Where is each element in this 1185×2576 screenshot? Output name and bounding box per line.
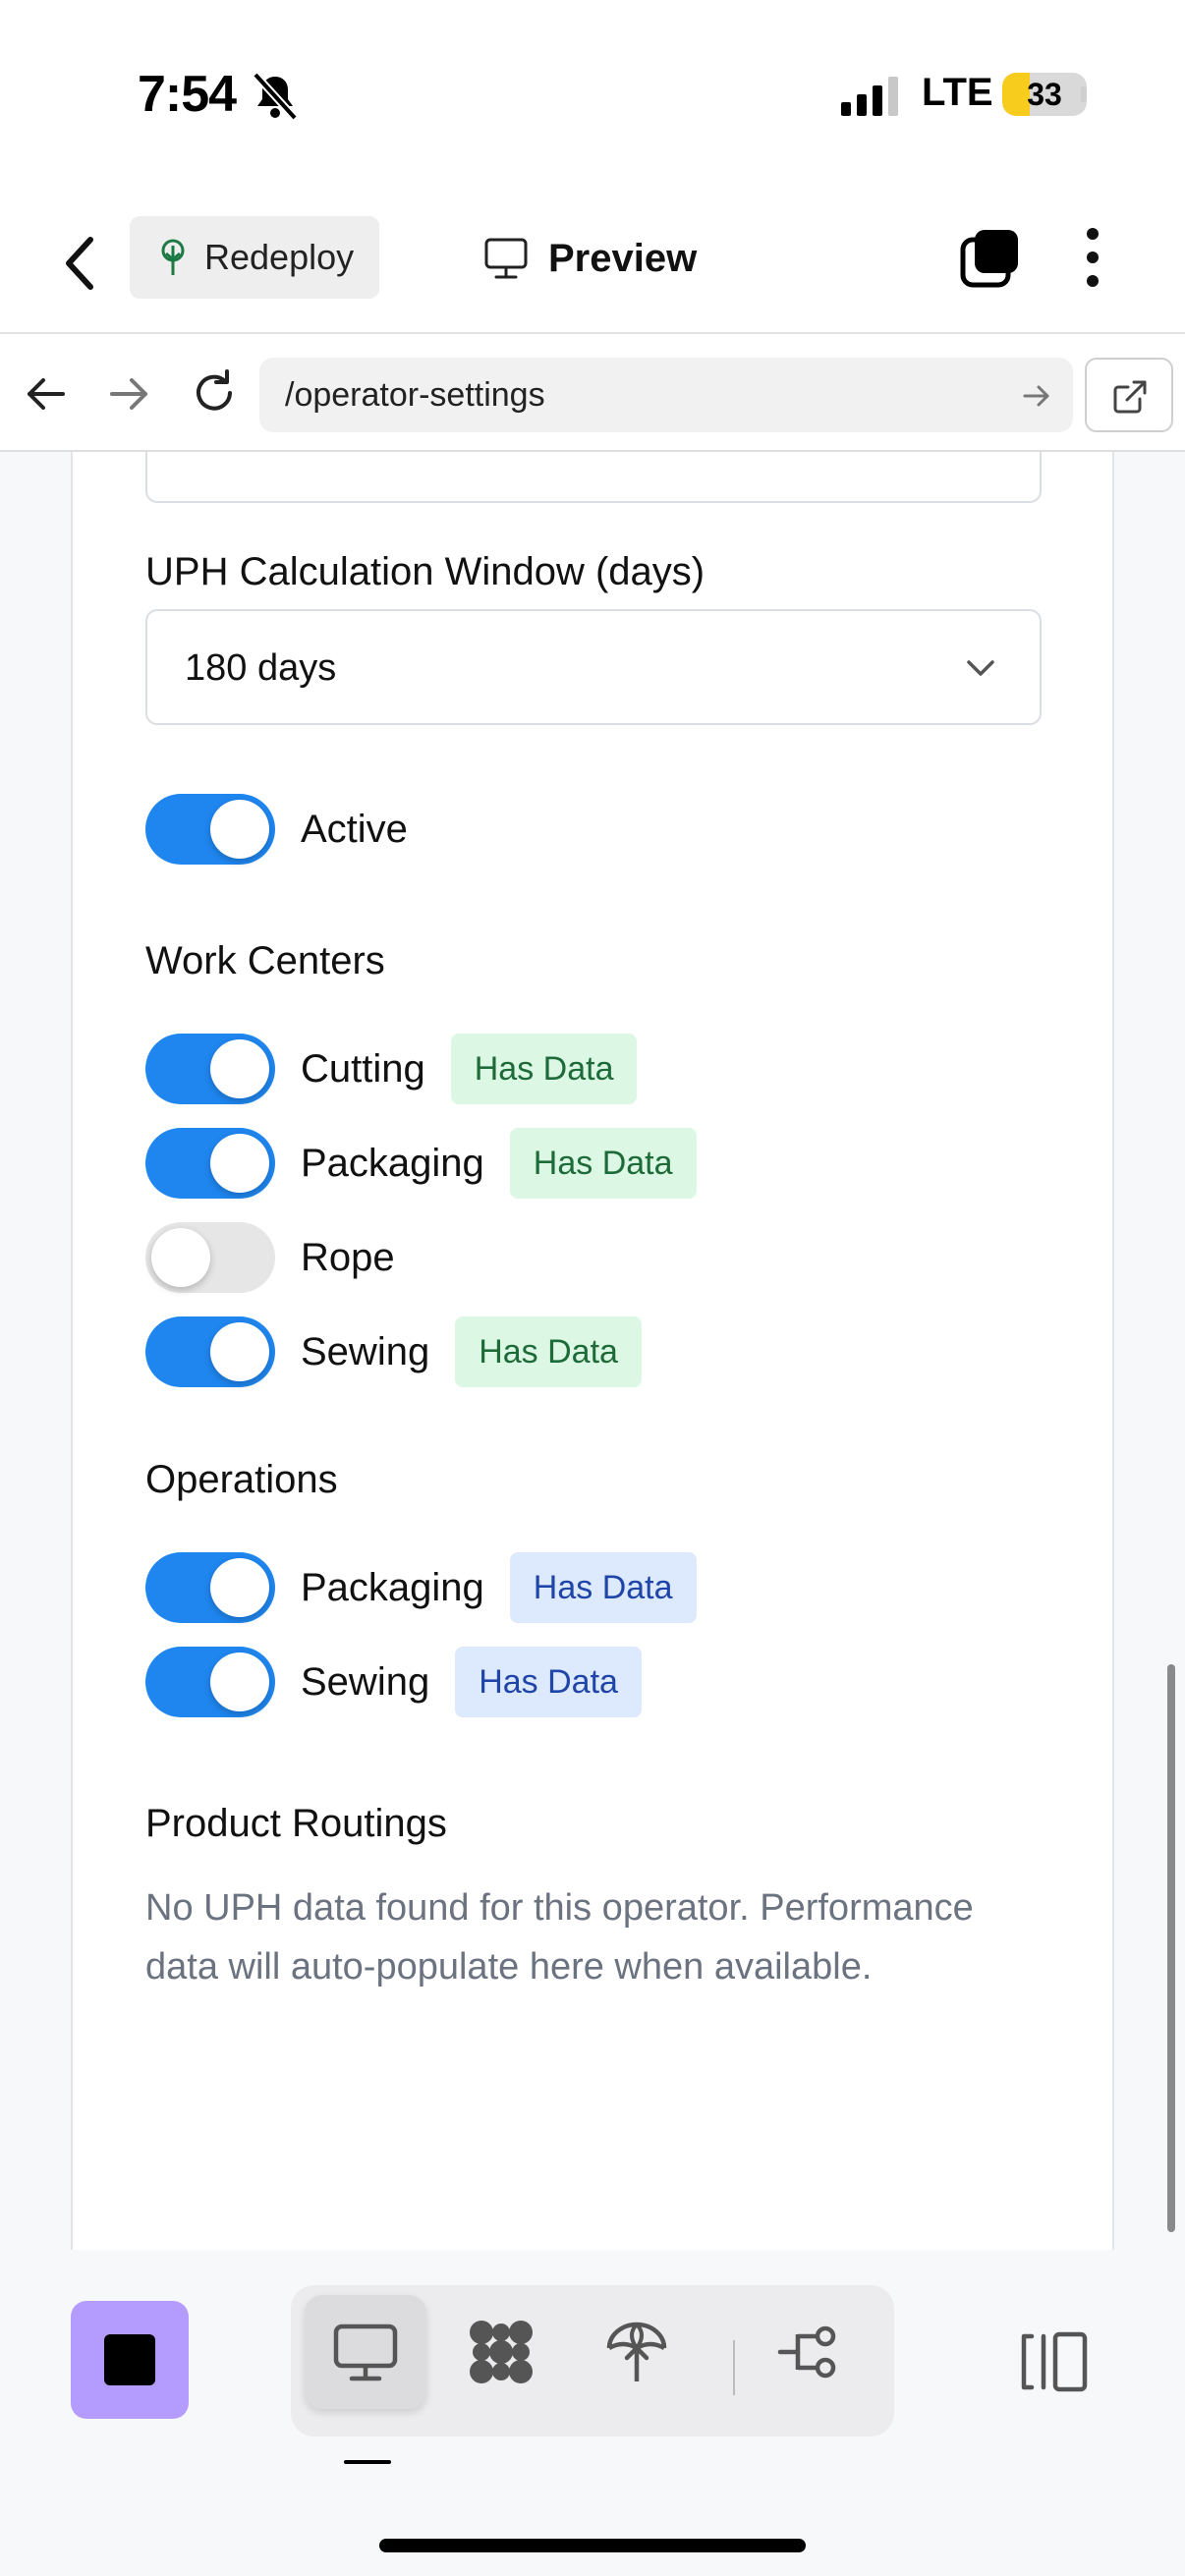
scrollbar[interactable]	[1167, 1664, 1175, 2232]
tool-group	[291, 2285, 894, 2436]
chevron-down-icon	[967, 660, 994, 676]
active-toggle[interactable]	[145, 794, 275, 865]
operation-toggle-packaging[interactable]	[145, 1552, 275, 1623]
uph-window-select[interactable]: 180 days	[145, 609, 1042, 725]
active-label: Active	[301, 807, 408, 851]
toggle-knob	[210, 1322, 269, 1381]
operation-item-sewing: Sewing Has Data	[145, 1647, 642, 1717]
has-data-badge: Has Data	[509, 1128, 697, 1199]
tree-icon	[161, 239, 185, 275]
open-external-icon	[1113, 380, 1147, 414]
toggle-knob	[210, 800, 269, 859]
page-content: 40 UPH Calculation Window (days) 180 day…	[0, 452, 1185, 2250]
preview-label: Preview	[548, 236, 698, 280]
has-data-badge: Has Data	[455, 1316, 642, 1387]
app-header: Redeploy Preview	[0, 196, 1185, 334]
monitor-icon	[484, 238, 528, 279]
work-center-toggle-rope[interactable]	[145, 1222, 275, 1293]
battery-level-text: 33	[1027, 77, 1062, 112]
redeploy-button[interactable]: Redeploy	[130, 216, 379, 299]
toggle-knob	[210, 1134, 269, 1193]
work-center-item-sewing: Sewing Has Data	[145, 1316, 642, 1387]
active-row: Active	[145, 794, 408, 865]
browser-bar: /operator-settings	[0, 336, 1185, 452]
toggle-knob	[210, 1558, 269, 1617]
operation-label: Packaging	[301, 1565, 484, 1609]
tabs-icon[interactable]	[959, 226, 1022, 289]
work-center-label: Sewing	[301, 1329, 430, 1373]
operations-title: Operations	[145, 1458, 338, 1501]
desktop-view-button[interactable]	[305, 2295, 426, 2409]
has-data-badge: Has Data	[509, 1552, 697, 1623]
work-center-item-packaging: Packaging Has Data	[145, 1128, 697, 1199]
work-center-label: Cutting	[301, 1046, 425, 1091]
url-field[interactable]: /operator-settings	[259, 358, 1073, 432]
operation-item-packaging: Packaging Has Data	[145, 1552, 697, 1623]
bell-slash-icon	[253, 72, 298, 121]
grid-blob-icon	[470, 2321, 533, 2383]
work-center-toggle-cutting[interactable]	[145, 1034, 275, 1104]
active-tab-indicator	[344, 2460, 391, 2464]
signal-icon	[841, 77, 898, 116]
desktop-icon	[333, 2324, 398, 2381]
go-arrow-icon[interactable]	[1022, 381, 1051, 411]
operator-settings-card: 40 UPH Calculation Window (days) 180 day…	[71, 452, 1114, 2250]
toggle-knob	[151, 1228, 210, 1287]
work-centers-title: Work Centers	[145, 939, 385, 982]
previous-input-field[interactable]: 40	[145, 452, 1042, 503]
back-chevron-icon[interactable]	[61, 234, 100, 293]
url-text: /operator-settings	[285, 376, 545, 414]
side-panel-icon[interactable]	[1018, 2330, 1089, 2393]
open-external-button[interactable]	[1085, 358, 1173, 432]
workflow-button[interactable]	[749, 2295, 871, 2409]
work-center-toggle-packaging[interactable]	[145, 1128, 275, 1199]
toolbar-divider	[733, 2340, 735, 2395]
network-type: LTE	[922, 71, 993, 114]
work-center-label: Rope	[301, 1235, 395, 1279]
work-center-toggle-sewing[interactable]	[145, 1316, 275, 1387]
battery-tip	[1081, 86, 1087, 102]
reload-icon[interactable]	[191, 367, 238, 417]
work-center-item-cutting: Cutting Has Data	[145, 1034, 638, 1104]
uph-window-label: UPH Calculation Window (days)	[145, 550, 705, 593]
battery-indicator: 33	[1002, 73, 1087, 116]
stop-button[interactable]	[71, 2301, 189, 2419]
preview-tab[interactable]: Preview	[483, 226, 697, 291]
stop-icon	[104, 2334, 155, 2385]
redeploy-label: Redeploy	[204, 237, 355, 277]
has-data-badge: Has Data	[455, 1647, 642, 1717]
deploy-button[interactable]	[576, 2295, 698, 2409]
arrow-right-icon[interactable]	[106, 371, 151, 417]
bottom-toolbar	[0, 2250, 1185, 2576]
home-indicator	[379, 2539, 806, 2552]
status-time: 7:54	[138, 66, 237, 123]
operation-label: Sewing	[301, 1659, 430, 1704]
work-center-label: Packaging	[301, 1141, 484, 1185]
toggle-knob	[210, 1039, 269, 1098]
status-bar: 7:54 LTE 33	[0, 0, 1185, 196]
arrow-left-icon[interactable]	[24, 371, 69, 417]
deploy-icon	[606, 2322, 667, 2381]
nodes-icon	[777, 2325, 836, 2379]
services-button[interactable]	[440, 2295, 562, 2409]
product-routings-empty-message: No UPH data found for this operator. Per…	[145, 1887, 974, 1988]
more-vertical-icon[interactable]	[1081, 226, 1104, 289]
work-center-item-rope: Rope	[145, 1222, 395, 1293]
uph-window-value: 180 days	[185, 647, 337, 689]
toggle-knob	[210, 1652, 269, 1711]
has-data-badge: Has Data	[450, 1034, 638, 1104]
operation-toggle-sewing[interactable]	[145, 1647, 275, 1717]
product-routings-title: Product Routings	[145, 1802, 447, 1845]
